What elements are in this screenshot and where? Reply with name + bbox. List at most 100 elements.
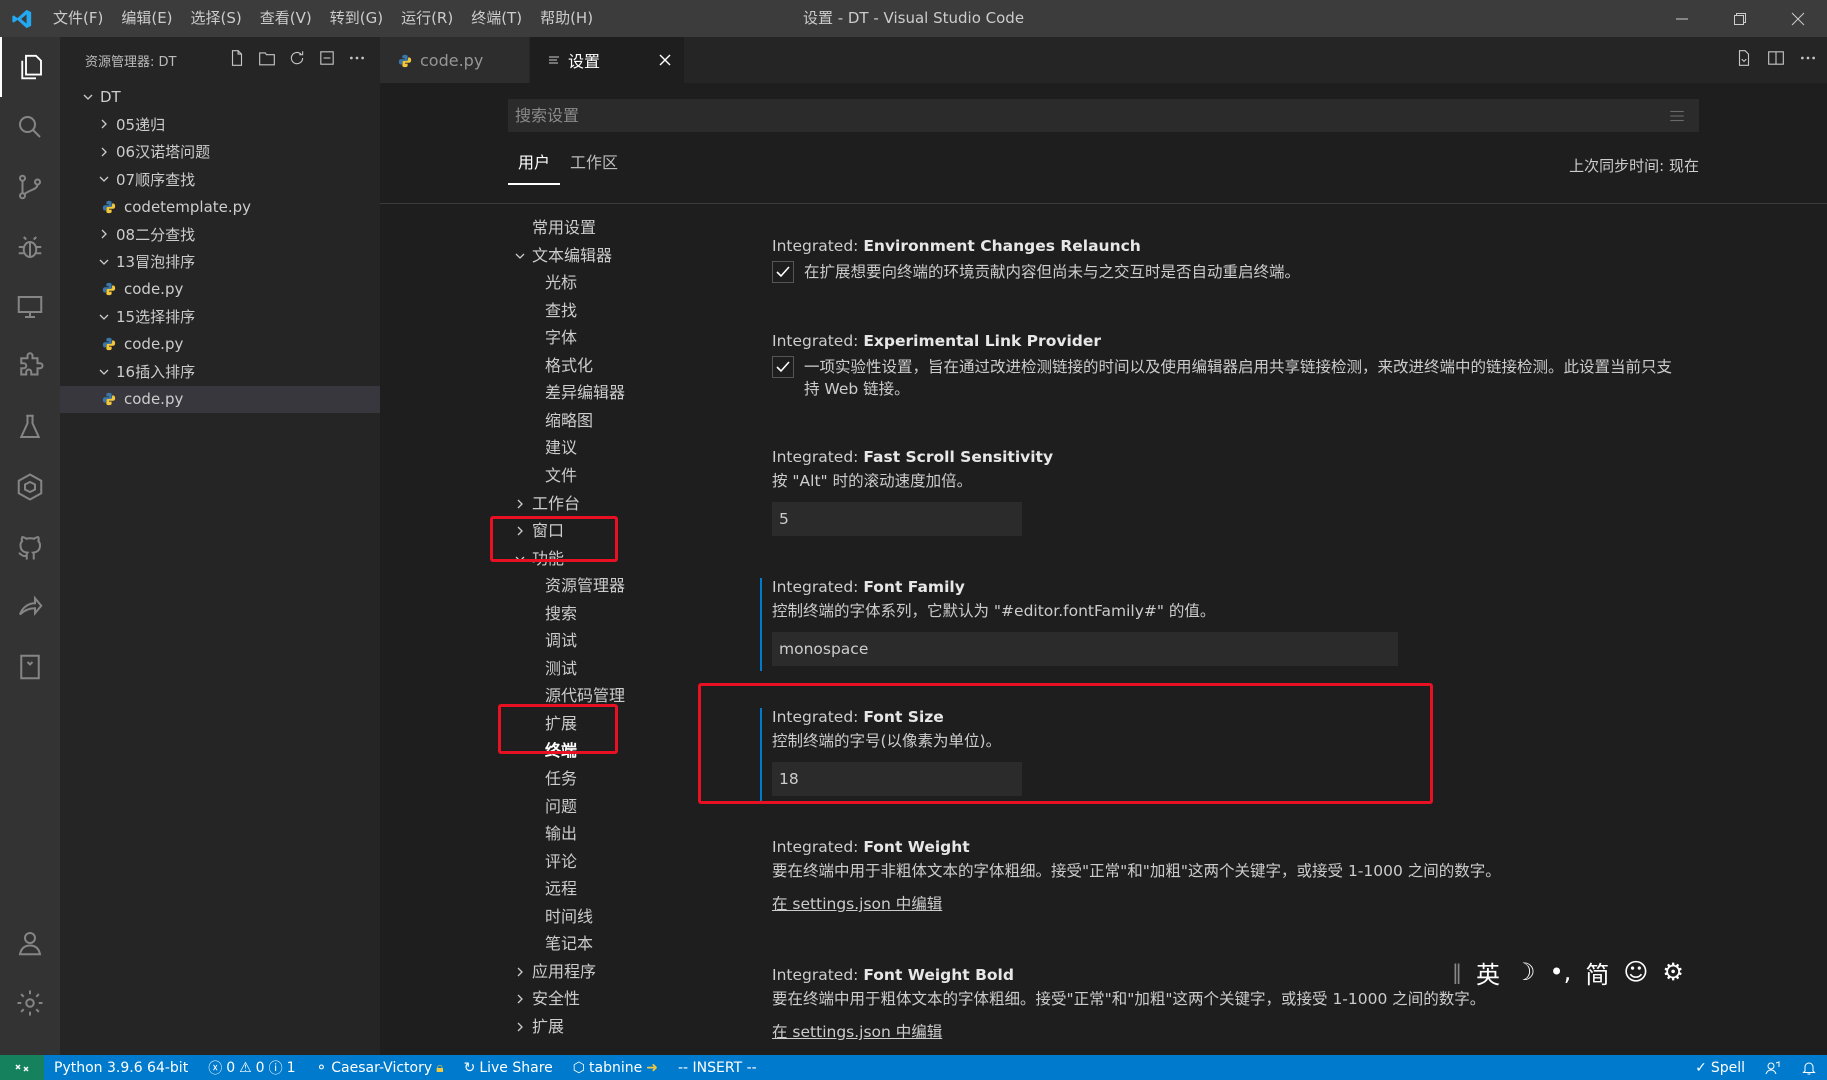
file-tree: DT 05递归 06汉诺塔问题 07顺序查找 codetemplate.py 08二分查… bbox=[60, 83, 380, 413]
toc-item[interactable]: 工作台 bbox=[512, 492, 580, 516]
tree-folder[interactable]: 08二分查找 bbox=[60, 221, 380, 249]
toc-item[interactable]: 常用设置 bbox=[512, 216, 596, 240]
testing-icon[interactable] bbox=[0, 397, 60, 457]
extensions-icon[interactable] bbox=[0, 337, 60, 397]
toc-item[interactable]: 资源管理器 bbox=[545, 574, 625, 598]
setting-checkbox[interactable] bbox=[772, 356, 794, 378]
feedback-icon[interactable] bbox=[1755, 1060, 1791, 1076]
tab-code-py[interactable]: code.py bbox=[380, 37, 530, 83]
git-branch[interactable]: ⚬ Caesar-Victory 🔒︎ bbox=[306, 1060, 454, 1076]
toc-item[interactable]: 缩略图 bbox=[545, 409, 593, 433]
ime-settings-icon[interactable]: ⚙ bbox=[1662, 958, 1684, 986]
toc-item[interactable]: 光标 bbox=[545, 271, 577, 295]
setting-text-input[interactable]: monospace bbox=[772, 632, 1398, 666]
tree-folder[interactable]: 07顺序查找 bbox=[60, 166, 380, 194]
menu-help[interactable]: 帮助(H) bbox=[531, 0, 602, 37]
toc-item[interactable]: 应用程序 bbox=[512, 960, 596, 984]
split-editor-icon[interactable] bbox=[1767, 49, 1785, 71]
share-icon[interactable] bbox=[0, 577, 60, 637]
source-control-icon[interactable] bbox=[0, 157, 60, 217]
toc-item[interactable]: 文件 bbox=[545, 464, 577, 488]
toc-item[interactable]: 搜索 bbox=[545, 602, 577, 626]
tree-root[interactable]: DT bbox=[60, 83, 380, 111]
ime-moon-icon[interactable]: ☽ bbox=[1514, 958, 1536, 986]
settings-search-input[interactable] bbox=[515, 106, 1635, 125]
ime-simplified-toggle[interactable]: 简 bbox=[1585, 955, 1609, 990]
edit-in-settings-json-link[interactable]: 在 settings.json 中编辑 bbox=[772, 892, 1672, 914]
menu-go[interactable]: 转到(G) bbox=[321, 0, 392, 37]
ime-emoji-icon[interactable]: ☺ bbox=[1623, 958, 1648, 986]
tree-file[interactable]: codetemplate.py bbox=[60, 193, 380, 221]
tree-file[interactable]: code.py bbox=[60, 276, 380, 304]
ime-punctuation-icon[interactable]: •, bbox=[1550, 958, 1572, 986]
notifications-bell-icon[interactable] bbox=[1791, 1060, 1827, 1076]
toc-item[interactable]: 评论 bbox=[545, 850, 577, 874]
tree-folder[interactable]: 05递归 bbox=[60, 111, 380, 139]
bookmark-icon[interactable] bbox=[0, 637, 60, 697]
github-icon[interactable] bbox=[0, 517, 60, 577]
ime-language-toggle[interactable]: 英 bbox=[1476, 955, 1500, 990]
debug-icon[interactable] bbox=[0, 217, 60, 277]
tree-folder[interactable]: 16插入排序 bbox=[60, 358, 380, 386]
minimize-icon[interactable] bbox=[1653, 0, 1711, 37]
remote-indicator-icon[interactable] bbox=[0, 1055, 44, 1080]
search-icon[interactable] bbox=[0, 97, 60, 157]
toc-item[interactable]: 任务 bbox=[545, 767, 577, 791]
files-icon[interactable] bbox=[0, 37, 60, 97]
new-folder-icon[interactable] bbox=[258, 49, 276, 71]
menu-run[interactable]: 运行(R) bbox=[392, 0, 462, 37]
toc-item[interactable]: 安全性 bbox=[512, 987, 580, 1011]
toc-item[interactable]: 时间线 bbox=[545, 905, 593, 929]
menu-view[interactable]: 查看(V) bbox=[251, 0, 321, 37]
toc-item[interactable]: 笔记本 bbox=[545, 932, 593, 956]
filter-icon[interactable] bbox=[1668, 107, 1686, 129]
collapse-all-icon[interactable] bbox=[318, 49, 336, 71]
python-interpreter[interactable]: Python 3.9.6 64-bit bbox=[44, 1060, 198, 1076]
more-actions-icon[interactable] bbox=[348, 49, 366, 71]
toc-item[interactable]: 问题 bbox=[545, 795, 577, 819]
tab-workspace[interactable]: 工作区 bbox=[560, 149, 628, 185]
setting-checkbox[interactable] bbox=[772, 261, 794, 283]
live-share-status[interactable]: ↻ Live Share bbox=[454, 1060, 563, 1076]
live-share-icon[interactable] bbox=[0, 457, 60, 517]
settings-gear-icon[interactable] bbox=[0, 973, 60, 1033]
account-icon[interactable] bbox=[0, 913, 60, 973]
spell-check-status[interactable]: ✓ Spell bbox=[1685, 1060, 1755, 1076]
more-actions-icon[interactable] bbox=[1799, 49, 1817, 71]
tree-folder[interactable]: 15选择排序 bbox=[60, 303, 380, 331]
new-file-icon[interactable] bbox=[228, 49, 246, 71]
open-settings-json-icon[interactable] bbox=[1735, 49, 1753, 71]
toc-item[interactable]: 字体 bbox=[545, 326, 577, 350]
restore-icon[interactable] bbox=[1711, 0, 1769, 37]
refresh-icon[interactable] bbox=[288, 49, 306, 71]
close-window-icon[interactable] bbox=[1769, 0, 1827, 37]
tree-file[interactable]: code.py bbox=[60, 331, 380, 359]
toc-item[interactable]: 扩展 bbox=[512, 1015, 564, 1039]
tree-file[interactable]: code.py bbox=[60, 385, 380, 413]
focus-indicator bbox=[760, 578, 762, 671]
tab-settings[interactable]: 设置 bbox=[530, 37, 685, 83]
setting-number-input[interactable]: 5 bbox=[772, 502, 1022, 536]
toc-item[interactable]: 调试 bbox=[545, 629, 577, 653]
tree-folder[interactable]: 06汉诺塔问题 bbox=[60, 138, 380, 166]
menu-edit[interactable]: 编辑(E) bbox=[112, 0, 181, 37]
tab-user[interactable]: 用户 bbox=[508, 149, 561, 185]
toc-item[interactable]: 建议 bbox=[545, 436, 577, 460]
tree-folder[interactable]: 13冒泡排序 bbox=[60, 248, 380, 276]
toc-item[interactable]: 测试 bbox=[545, 657, 577, 681]
toc-item[interactable]: 查找 bbox=[545, 299, 577, 323]
highlight-box-terminal bbox=[498, 704, 618, 754]
toc-item[interactable]: 文本编辑器 bbox=[512, 244, 612, 268]
problems-status[interactable]: ⓧ 0 ⚠ 0 ⓘ 1 bbox=[198, 1058, 305, 1078]
toc-item[interactable]: 格式化 bbox=[545, 354, 593, 378]
close-tab-icon[interactable] bbox=[658, 52, 672, 71]
remote-explorer-icon[interactable] bbox=[0, 277, 60, 337]
menu-selection[interactable]: 选择(S) bbox=[182, 0, 251, 37]
toc-item[interactable]: 输出 bbox=[545, 822, 577, 846]
toc-item[interactable]: 远程 bbox=[545, 877, 577, 901]
edit-in-settings-json-link[interactable]: 在 settings.json 中编辑 bbox=[772, 1020, 1672, 1042]
toc-item[interactable]: 差异编辑器 bbox=[545, 381, 625, 405]
menu-terminal[interactable]: 终端(T) bbox=[462, 0, 531, 37]
tabnine-status[interactable]: ⬡ tabnine ➜ bbox=[563, 1060, 668, 1076]
menu-file[interactable]: 文件(F) bbox=[44, 0, 112, 37]
